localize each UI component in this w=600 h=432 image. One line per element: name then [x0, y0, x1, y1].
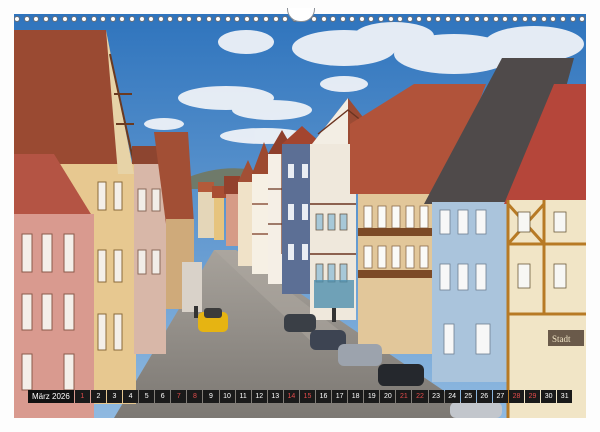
- binding-ring: [128, 16, 135, 22]
- binding-ring: [387, 16, 394, 22]
- binding-ring: [559, 16, 566, 22]
- calendar-page: Stadt März 2026 1 2 3 4 5 6 7 8 9 10 11 12: [0, 0, 600, 432]
- calendar-strip: März 2026 1 2 3 4 5 6 7 8 9 10 11 12 13 14 15 16 17 18 19 2…: [28, 390, 573, 403]
- street-photo: Stadt: [14, 14, 586, 418]
- binding-ring: [339, 16, 346, 22]
- binding-ring: [454, 16, 461, 22]
- day-18: 18: [348, 390, 364, 403]
- day-30: 30: [541, 390, 557, 403]
- binding-ring: [512, 16, 519, 22]
- binding-ring: [368, 16, 375, 22]
- binding-ring: [550, 16, 557, 22]
- binding-ring: [320, 16, 327, 22]
- binding-ring: [483, 16, 490, 22]
- day-23: 23: [428, 390, 444, 403]
- binding-ring: [406, 16, 413, 22]
- day-16: 16: [315, 390, 332, 403]
- day-4: 4: [123, 390, 139, 403]
- binding-ring: [167, 16, 174, 22]
- binding-ring: [263, 16, 270, 22]
- day-5: 5: [139, 390, 155, 403]
- binding-ring: [90, 16, 97, 22]
- binding-ring: [445, 16, 452, 22]
- binding-ring: [330, 16, 337, 22]
- binding-ring: [81, 16, 88, 22]
- binding-ring: [100, 16, 107, 22]
- binding-ring: [521, 16, 528, 22]
- binding-ring: [253, 16, 260, 22]
- binding-ring: [349, 16, 356, 22]
- day-1: 1: [74, 390, 90, 403]
- binding-ring: [61, 16, 68, 22]
- day-20: 20: [380, 390, 396, 403]
- binding-ring: [186, 16, 193, 22]
- day-25: 25: [460, 390, 476, 403]
- day-11: 11: [235, 390, 251, 403]
- binding-ring: [119, 16, 126, 22]
- day-row: 1 2 3 4 5 6 7 8 9 10 11 12 13 14 15 16 17 18 19 20 21 22 23 24 2…: [74, 390, 573, 403]
- binding-ring: [42, 16, 49, 22]
- day-12: 12: [251, 390, 267, 403]
- old-town-street-image: Stadt: [14, 14, 586, 418]
- day-21: 21: [396, 390, 412, 403]
- day-9: 9: [203, 390, 219, 403]
- binding-ring: [425, 16, 432, 22]
- day-17: 17: [332, 390, 348, 403]
- day-24: 24: [444, 390, 460, 403]
- day-3: 3: [106, 390, 123, 403]
- day-15: 15: [299, 390, 315, 403]
- binding-ring: [243, 16, 250, 22]
- binding-ring: [138, 16, 145, 22]
- day-6: 6: [155, 390, 171, 403]
- day-22: 22: [412, 390, 428, 403]
- binding-ring: [579, 16, 586, 22]
- binding-ring: [464, 16, 471, 22]
- binding-ring: [569, 16, 576, 22]
- day-29: 29: [525, 390, 541, 403]
- day-19: 19: [364, 390, 380, 403]
- binding-ring: [14, 16, 20, 22]
- binding-ring: [205, 16, 212, 22]
- binding-ring: [502, 16, 509, 22]
- binding-ring: [215, 16, 222, 22]
- binding-ring: [272, 16, 279, 22]
- binding-ring: [473, 16, 480, 22]
- year: 2026: [52, 392, 70, 401]
- day-27: 27: [492, 390, 508, 403]
- day-28: 28: [508, 390, 524, 403]
- month-name: März: [32, 392, 50, 401]
- shop-sign: Stadt: [552, 334, 571, 344]
- binding-ring: [282, 16, 289, 22]
- binding-ring: [23, 16, 30, 22]
- binding-ring: [71, 16, 78, 22]
- day-26: 26: [476, 390, 492, 403]
- day-10: 10: [219, 390, 235, 403]
- binding-ring: [531, 16, 538, 22]
- binding-ring: [435, 16, 442, 22]
- binding-ring: [234, 16, 241, 22]
- distant-houses: [198, 176, 240, 246]
- day-13: 13: [267, 390, 283, 403]
- day-8: 8: [187, 390, 203, 403]
- binding-ring: [148, 16, 155, 22]
- binding-ring: [33, 16, 40, 22]
- month-label: März 2026: [28, 390, 74, 403]
- binding-ring: [195, 16, 202, 22]
- day-7: 7: [171, 390, 187, 403]
- day-14: 14: [283, 390, 299, 403]
- binding-ring: [540, 16, 547, 22]
- binding-ring: [358, 16, 365, 22]
- binding-ring: [109, 16, 116, 22]
- binding-ring: [157, 16, 164, 22]
- binding-ring: [176, 16, 183, 22]
- binding-ring: [224, 16, 231, 22]
- binding-ring: [52, 16, 59, 22]
- day-2: 2: [90, 390, 106, 403]
- day-31: 31: [557, 390, 573, 403]
- binding-ring: [377, 16, 384, 22]
- binding-ring: [492, 16, 499, 22]
- binding-ring: [397, 16, 404, 22]
- binding-ring: [416, 16, 423, 22]
